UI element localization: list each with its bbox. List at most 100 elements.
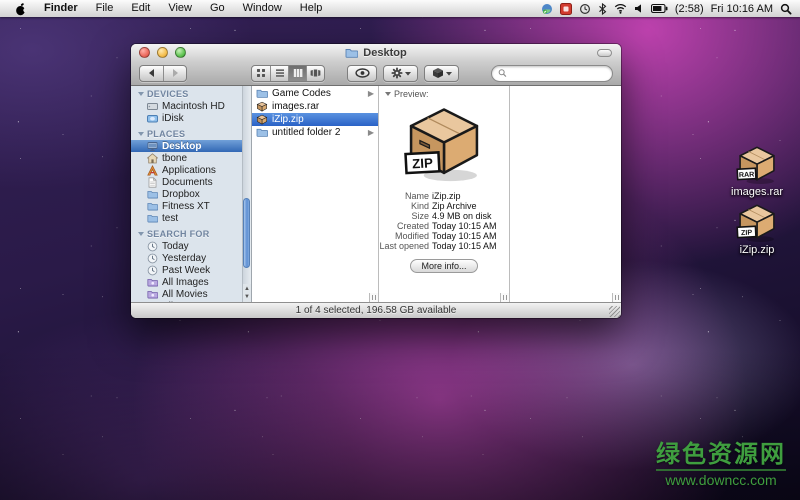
sidebar-section-devices[interactable]: DEVICES (131, 88, 251, 100)
menu-bar: Finder File Edit View Go Window Help (2:… (0, 0, 800, 17)
sidebar-item-yesterday[interactable]: Yesterday (131, 252, 251, 264)
sidebar-item-desktop[interactable]: Desktop (131, 140, 251, 152)
volume-icon[interactable] (634, 3, 644, 14)
disclosure-triangle-icon (385, 92, 391, 96)
file-row-untitled-folder-2[interactable]: untitled folder 2 ▶ (252, 126, 378, 139)
sidebar-item-test[interactable]: test (131, 212, 251, 224)
search-field[interactable] (491, 64, 613, 82)
smart-folder-icon (147, 277, 158, 288)
sidebar-item-today[interactable]: Today (131, 240, 251, 252)
red-status-icon[interactable] (559, 2, 572, 15)
chevron-down-icon (404, 71, 411, 76)
sidebar-item-past-week[interactable]: Past Week (131, 264, 251, 276)
toolbar-toggle-button[interactable] (597, 49, 612, 57)
applications-icon (147, 164, 158, 176)
folder-icon (147, 213, 158, 224)
dropbox-box-icon (432, 68, 443, 78)
battery-icon[interactable] (650, 3, 668, 14)
sidebar-item-documents[interactable]: Documents (131, 176, 251, 188)
coverflow-view-button[interactable] (306, 65, 324, 81)
back-button[interactable] (140, 66, 163, 81)
zip-preview-icon[interactable]: ZIP (379, 107, 509, 183)
sidebar-item-macintosh-hd[interactable]: Macintosh HD (131, 100, 251, 112)
menu-item-file[interactable]: File (87, 0, 123, 17)
file-info: Name iZip.zip Kind Zip Archive Size 4.9 MB … (379, 191, 497, 251)
bluetooth-icon[interactable] (598, 2, 607, 15)
clock-icon (147, 253, 158, 264)
sidebar-section-places[interactable]: PLACES (131, 128, 251, 140)
svg-text:RAR: RAR (739, 170, 755, 179)
menu-item-finder[interactable]: Finder (35, 0, 87, 17)
action-menu-button[interactable] (383, 64, 418, 82)
file-row-izip-zip[interactable]: iZip.zip (252, 113, 378, 126)
dropbox-sync-icon[interactable] (541, 3, 553, 15)
menu-item-window[interactable]: Window (234, 0, 291, 17)
folder-icon (256, 88, 268, 100)
icon-view-button[interactable] (252, 66, 270, 81)
spotlight-icon[interactable] (780, 3, 792, 15)
more-info-button[interactable]: More info... (410, 259, 478, 273)
sidebar-item-all-images[interactable]: All Images (131, 276, 251, 288)
sidebar-item-dropbox[interactable]: Dropbox (131, 188, 251, 200)
battery-time: (2:58) (674, 2, 704, 15)
preview-header[interactable]: Preview: (379, 86, 509, 99)
sidebar-section-search-for[interactable]: SEARCH FOR (131, 228, 251, 240)
scroll-up-arrow[interactable]: ▲ (244, 286, 250, 292)
sidebar-item-applications[interactable]: Applications (131, 164, 251, 176)
idisk-icon (147, 113, 158, 124)
file-row-images-rar[interactable]: images.rar (252, 100, 378, 113)
resize-grip[interactable] (609, 306, 620, 317)
dropbox-menu-button[interactable] (424, 64, 459, 82)
quick-look-button[interactable] (347, 64, 377, 82)
rar-box-icon: RAR (736, 146, 775, 185)
view-mode-control (251, 64, 325, 82)
folder-icon (345, 49, 359, 58)
toolbar (131, 61, 621, 86)
menu-item-help[interactable]: Help (291, 0, 332, 17)
column-view-button[interactable] (288, 65, 306, 81)
column-resize-handle[interactable] (369, 293, 378, 302)
svg-text:ZIP: ZIP (741, 229, 753, 238)
search-input[interactable] (510, 67, 606, 79)
time-machine-icon[interactable] (579, 3, 591, 15)
sidebar-item-tbone[interactable]: tbone (131, 152, 251, 164)
minimize-button[interactable] (157, 47, 168, 58)
desktop-icon-izip-zip[interactable]: ZIP iZip.zip (725, 204, 789, 256)
apple-icon (16, 2, 27, 15)
zoom-button[interactable] (175, 47, 186, 58)
title-bar[interactable]: Desktop (131, 44, 621, 61)
document-icon (147, 176, 158, 188)
empty-column (510, 86, 621, 302)
watermark-url: www.downcc.com (656, 469, 786, 488)
hard-drive-icon (147, 101, 158, 112)
scrollbar-thumb[interactable] (243, 198, 250, 268)
desktop-icon-images-rar[interactable]: RAR images.rar (725, 146, 789, 198)
scrollbar-arrows[interactable]: ▲ ▼ (242, 284, 251, 302)
menu-item-edit[interactable]: Edit (122, 0, 159, 17)
sidebar-scrollbar[interactable] (242, 86, 251, 302)
sidebar-item-all-movies[interactable]: All Movies (131, 288, 251, 300)
finder-window: Desktop DEVICES Macintosh HD iDisk PLACE… (131, 44, 621, 318)
column-resize-handle[interactable] (500, 293, 509, 302)
svg-text:ZIP: ZIP (412, 155, 434, 171)
apple-menu[interactable] (6, 2, 35, 16)
close-button[interactable] (139, 47, 150, 58)
sidebar-item-idisk[interactable]: iDisk (131, 112, 251, 124)
watermark: 绿色资源网 www.downcc.com (656, 443, 786, 488)
scroll-down-arrow[interactable]: ▼ (244, 294, 250, 300)
forward-button[interactable] (163, 65, 186, 81)
folder-icon (256, 127, 268, 139)
sidebar-item-fitness-xt[interactable]: Fitness XT (131, 200, 251, 212)
desktop-icon-label: iZip.zip (739, 244, 775, 256)
menu-clock[interactable]: Fri 10:16 AM (711, 3, 773, 15)
clock-icon (147, 241, 158, 252)
wifi-icon[interactable] (614, 3, 627, 14)
desktop-icon-label: images.rar (731, 186, 783, 198)
folder-icon (147, 201, 158, 212)
disclosure-triangle-icon (138, 232, 144, 236)
file-row-game-codes[interactable]: Game Codes ▶ (252, 87, 378, 100)
column-resize-handle[interactable] (612, 293, 621, 302)
menu-item-go[interactable]: Go (201, 0, 234, 17)
list-view-button[interactable] (270, 65, 288, 81)
menu-item-view[interactable]: View (159, 0, 201, 17)
